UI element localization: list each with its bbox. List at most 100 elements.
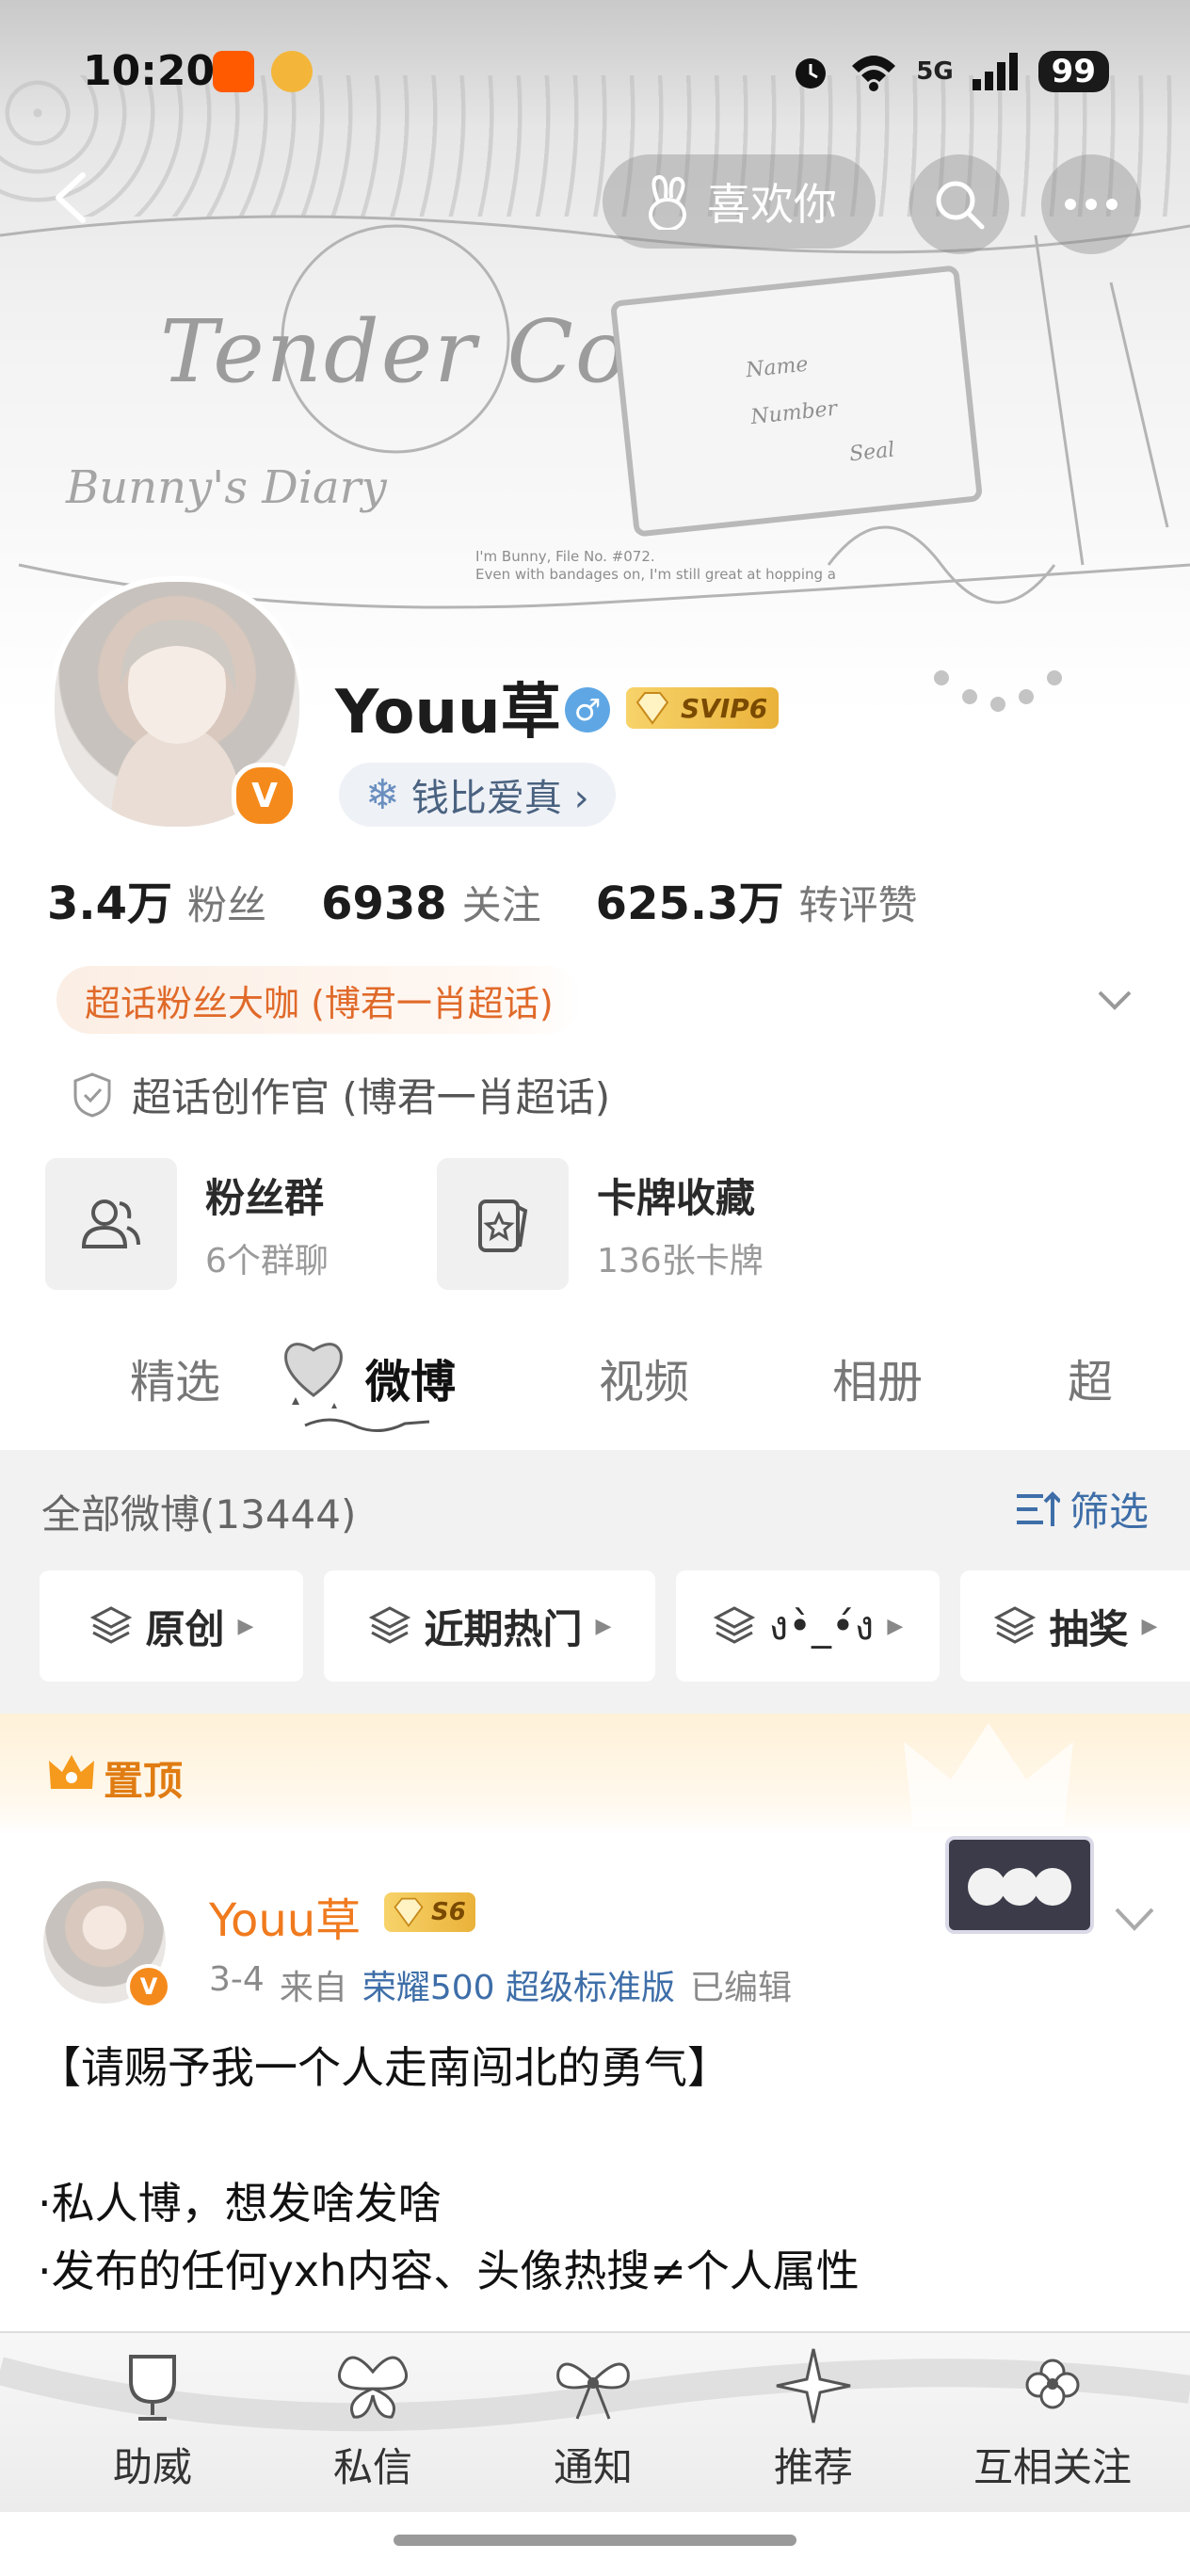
male-icon: ♂ [565, 687, 610, 733]
post-verified-badge: V [126, 1964, 171, 2009]
engagement-label: 转评赞 [798, 882, 918, 928]
more-button[interactable] [1041, 154, 1141, 254]
sparkle-heart-icon [284, 1343, 343, 1409]
diamond-icon [635, 692, 669, 725]
card-collection-sub: 136张卡牌 [597, 1241, 764, 1280]
shield-icon [73, 1071, 111, 1118]
chip-lottery-label: 抽奖 [1049, 1605, 1129, 1652]
group-icon [81, 1199, 140, 1248]
search-icon [936, 181, 985, 230]
cheer-label: 助威 [112, 2444, 192, 2490]
filter-icon [1016, 1490, 1060, 1526]
chip-emoticon-label: ง•̀_•́ง [768, 1602, 875, 1649]
network-label: 5G [916, 57, 954, 86]
svip-badge[interactable]: SVIP6 [626, 687, 780, 729]
chip-recent-hot[interactable]: 近期热门 ▶ [324, 1570, 655, 1682]
chip-emoticon[interactable]: ง•̀_•́ง ▶ [676, 1570, 940, 1682]
post-author-name[interactable]: Youu草 [209, 1883, 361, 1949]
crown-icon [49, 1755, 94, 1789]
bottom-action-bar: 助威 私信 通知 推荐 互相关注 [0, 2331, 1190, 2512]
chip-lottery[interactable]: 抽奖 ▶ [960, 1570, 1190, 1682]
post-line: 【请赐予我一个人走南闯北的勇气】 [38, 2042, 731, 2093]
card-collection-card[interactable]: 卡牌收藏 136张卡牌 [437, 1158, 764, 1290]
triangle-right-icon: ▶ [1141, 1614, 1158, 1638]
fan-group-sub: 6个群聊 [205, 1241, 329, 1280]
tab-featured[interactable]: 精选 [130, 1344, 220, 1410]
flower-icon [1025, 2359, 1080, 2409]
supertopic-fan-badge[interactable]: 超话粉丝大咖 (博君一肖超话) [56, 966, 582, 1034]
bunny-icon [649, 174, 687, 230]
creator-badge-label: 超话创作官 (博君一肖超话) [132, 1074, 611, 1120]
tab-weibo[interactable]: 微博 [365, 1344, 456, 1410]
tab-supertopic[interactable]: 超 [1068, 1344, 1113, 1410]
diamond-icon [394, 1897, 424, 1927]
home-indicator[interactable] [394, 2535, 796, 2546]
mutual-follow-button[interactable]: 互相关注 [940, 2333, 1166, 2512]
post-date: 3-4 [209, 1960, 265, 1999]
post-body[interactable]: 【请赐予我一个人走南闯北的勇气】 ·私人博，想发啥发啥 ·发布的任何yxh内容、… [38, 2034, 1149, 2305]
mutual-follow-label: 互相关注 [973, 2444, 1132, 2490]
sticker-figures [968, 1868, 1071, 1906]
bow-icon [556, 2362, 630, 2420]
search-button[interactable] [909, 154, 1009, 254]
notify-button[interactable]: 通知 [499, 2333, 687, 2512]
ticket-seal-field: Seal [847, 438, 896, 467]
tab-video[interactable]: 视频 [599, 1344, 689, 1410]
fan-group-title: 粉丝群 [205, 1174, 325, 1221]
layers-icon [89, 1606, 132, 1644]
butterfly-icon [337, 2356, 409, 2419]
card-collection-icon-box [437, 1158, 569, 1290]
ticket-number-field: Number [749, 396, 839, 430]
message-button[interactable]: 私信 [279, 2333, 467, 2512]
chip-original[interactable]: 原创 ▶ [40, 1570, 303, 1682]
triangle-right-icon: ▶ [887, 1614, 904, 1638]
status-time: 10:20 [83, 47, 216, 95]
chevron-down-icon[interactable] [1111, 1900, 1158, 1938]
chip-original-label: 原创 [145, 1605, 225, 1652]
banner-ticket: Name Number Seal [609, 265, 984, 538]
banner-caption-line2: Even with bandages on, I'm still great a… [475, 566, 836, 583]
recommend-label: 推荐 [773, 2444, 853, 2490]
weibo-count: 全部微博(13444) [41, 1491, 357, 1538]
profile-stats: 3.4万 粉丝 6938 关注 625.3万 转评赞 [47, 866, 973, 932]
chevron-down-icon[interactable] [1094, 979, 1135, 1021]
layers-icon [713, 1606, 755, 1644]
wifi-icon [852, 56, 896, 91]
cheer-button[interactable]: 助威 [58, 2333, 247, 2512]
status-icons: 5G 99 [790, 45, 1109, 98]
chip-recent-hot-label: 近期热门 [424, 1605, 583, 1652]
back-icon[interactable] [45, 169, 102, 226]
banner-caption: I'm Bunny, File No. #072. Even with band… [475, 548, 836, 584]
pinned-label: 置顶 [104, 1758, 184, 1804]
profile-tabs: 精选 微博 视频 相册 超 [0, 1318, 1190, 1450]
post-edited[interactable]: 已编辑 [690, 1960, 792, 2009]
ticket-name-field: Name [745, 352, 810, 383]
supertopic-creator-badge[interactable]: 超话创作官 (博君一肖超话) [72, 1066, 610, 1123]
sparkle-icon [776, 2348, 851, 2423]
weibo-app-icon [271, 51, 313, 92]
svip-label: SVIP6 [681, 692, 768, 724]
notify-label: 通知 [553, 2444, 633, 2490]
profile-tag[interactable]: ❄ 钱比爱真 › [339, 763, 616, 827]
post-level-label: S6 [431, 1898, 466, 1926]
crown-watermark-icon [904, 1723, 1073, 1827]
more-icon [1065, 199, 1118, 210]
alarm-icon [796, 58, 827, 89]
like-button[interactable]: 喜欢你 [603, 154, 876, 249]
post-source-device[interactable]: 荣耀500 超级标准版 [362, 1960, 675, 2009]
recommend-button[interactable]: 推荐 [719, 2333, 908, 2512]
message-label: 私信 [332, 2444, 412, 2490]
following-label[interactable]: 关注 [462, 874, 541, 931]
followers-count[interactable]: 3.4万 [47, 866, 172, 932]
triangle-right-icon: ▶ [237, 1614, 254, 1638]
fan-group-card[interactable]: 粉丝群 6个群聊 [45, 1158, 329, 1290]
engagement-count: 625.3万 [595, 877, 784, 930]
post-line-blank [38, 2101, 1149, 2169]
post-from: 来自 [279, 1969, 347, 2007]
card-collection-title: 卡牌收藏 [597, 1174, 756, 1221]
verified-badge: V [232, 763, 298, 829]
tab-album[interactable]: 相册 [832, 1344, 923, 1410]
filter-button[interactable]: 筛选 [1015, 1480, 1149, 1538]
following-count[interactable]: 6938 [321, 877, 447, 930]
followers-label[interactable]: 粉丝 [187, 874, 266, 931]
